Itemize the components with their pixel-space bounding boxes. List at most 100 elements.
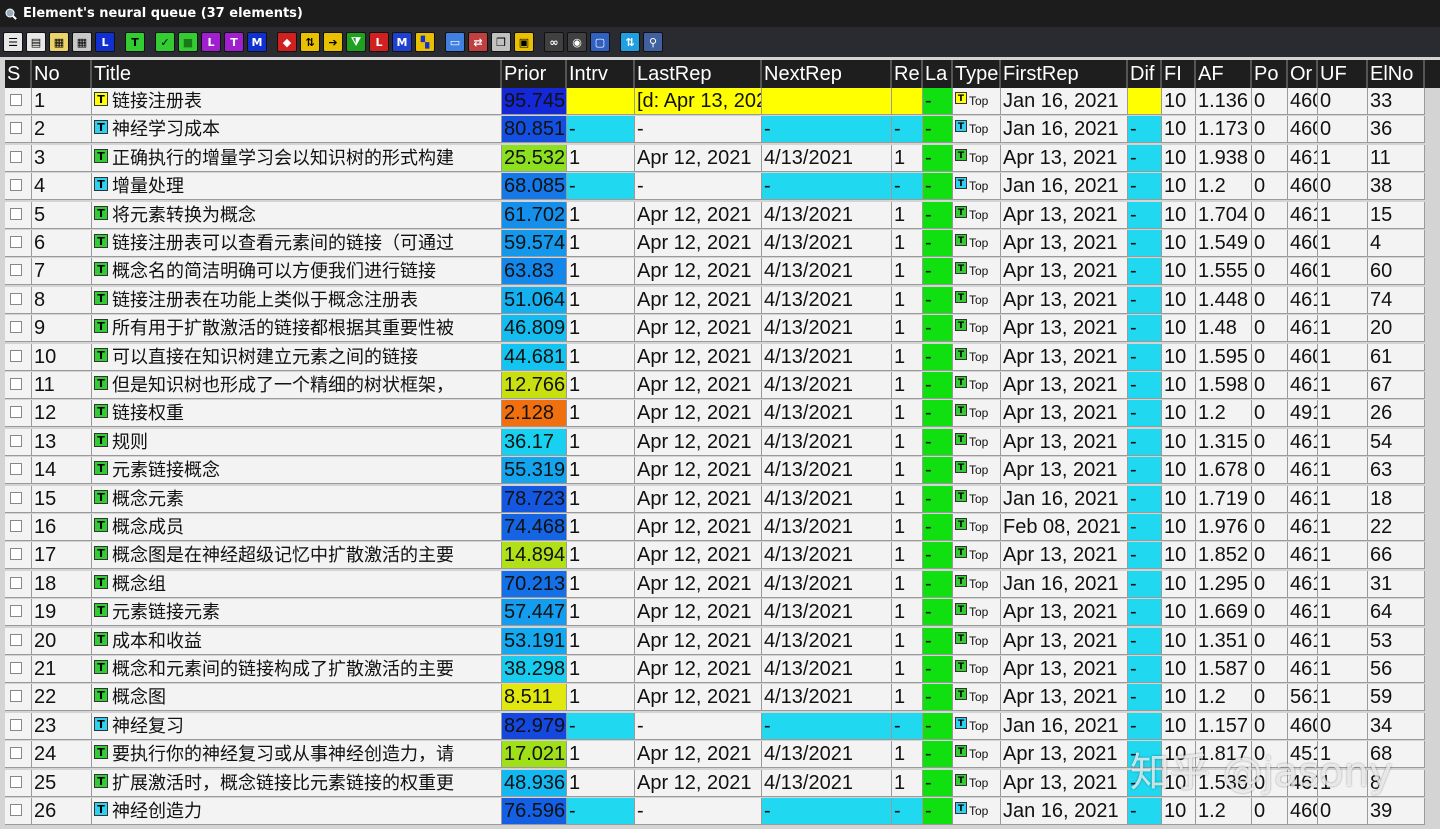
column-header-re[interactable]: Re bbox=[892, 60, 923, 88]
row-checkbox[interactable] bbox=[10, 605, 22, 618]
column-header-fi[interactable]: FI bbox=[1162, 60, 1196, 88]
row-checkbox[interactable] bbox=[10, 179, 22, 192]
row-checkbox[interactable] bbox=[10, 520, 22, 532]
T-purple-icon[interactable]: T bbox=[224, 32, 244, 52]
colorgrid-icon[interactable]: ▚ bbox=[415, 32, 435, 52]
row-checkbox[interactable] bbox=[10, 378, 22, 390]
row-checkbox[interactable] bbox=[10, 690, 22, 703]
save-icon[interactable]: ▢ bbox=[590, 32, 610, 52]
row-checkbox[interactable] bbox=[10, 321, 22, 334]
table-row[interactable]: 1T链接注册表95.745[d: Apr 13, 2021]-TTopJan 1… bbox=[5, 88, 1440, 116]
row-checkbox[interactable] bbox=[10, 122, 22, 135]
column-header-or[interactable]: Or bbox=[1288, 60, 1318, 88]
table-row[interactable]: 8 T 链接注册表在功能上类似于概念注册表 51.064 1 Apr 12, 2021 4/… bbox=[5, 286, 1440, 315]
sort-icon[interactable]: ⇅ bbox=[300, 32, 320, 52]
table-row[interactable]: 18 T 概念组 70.213 1 Apr 12, 2021 4/13/2021 1- T Top… bbox=[5, 570, 1440, 599]
column-header-firstrep[interactable]: FirstRep bbox=[1001, 60, 1128, 88]
column-header-po[interactable]: Po bbox=[1252, 60, 1288, 88]
column-header-lastrep[interactable]: LastRep bbox=[635, 60, 762, 88]
row-checkbox[interactable] bbox=[10, 576, 22, 589]
column-header-s[interactable]: S bbox=[5, 60, 32, 88]
table-row[interactable]: 7 T 概念名的简洁明确可以方便我们进行链接 63.83 1 Apr 12, 2021 4/… bbox=[5, 258, 1440, 286]
eye-icon[interactable]: ◉ bbox=[567, 32, 587, 52]
leech-icon[interactable]: L bbox=[95, 32, 115, 52]
table-row[interactable]: 15 T 概念元素 78.723 1 Apr 12, 2021 4/13/2021 1- T To… bbox=[5, 485, 1440, 514]
row-checkbox[interactable] bbox=[10, 94, 22, 106]
intrv-cell: 1 bbox=[567, 343, 635, 371]
column-header-title[interactable]: Title bbox=[92, 60, 502, 88]
table-row[interactable]: 23 T 神经复习 82.979- - - - - T Top Jan 16, 2021-10 1.1… bbox=[5, 712, 1440, 741]
column-header-af[interactable]: AF bbox=[1196, 60, 1252, 88]
sync-icon[interactable]: ⇄ bbox=[468, 32, 488, 52]
row-checkbox[interactable] bbox=[10, 236, 22, 248]
row-checkbox[interactable] bbox=[10, 747, 22, 760]
row-checkbox[interactable] bbox=[10, 406, 22, 419]
row-checkbox[interactable] bbox=[10, 434, 22, 447]
arrow-right-icon[interactable]: ➔ bbox=[323, 32, 343, 52]
column-header-intrv[interactable]: Intrv bbox=[567, 60, 635, 88]
list-icon[interactable]: ☰ bbox=[3, 32, 23, 52]
copy-icon[interactable]: ▦ bbox=[49, 32, 69, 52]
row-checkbox[interactable] bbox=[10, 292, 22, 305]
export-icon[interactable]: ▣ bbox=[514, 32, 534, 52]
table-row[interactable]: 5 T 将元素转换为概念 61.702 1 Apr 12, 2021 4/13/2021 1-… bbox=[5, 201, 1440, 230]
table-row[interactable]: 19 T 元素链接元素 57.447 1 Apr 12, 2021 4/13/2021 1- T… bbox=[5, 599, 1440, 627]
table-row[interactable]: 12 T 链接权重 2.128 1 Apr 12, 2021 4/13/2021 1- T Top… bbox=[5, 400, 1440, 428]
red-drop-icon[interactable]: ◆ bbox=[277, 32, 297, 52]
column-header-prior[interactable]: Prior bbox=[502, 60, 567, 88]
dif-cell: - bbox=[1128, 144, 1162, 172]
table-row[interactable]: 13 T 规则 36.17 1 Apr 12, 2021 4/13/2021 1- T Top Ap… bbox=[5, 428, 1440, 457]
M-blue-icon[interactable]: M bbox=[247, 32, 267, 52]
M-red-icon[interactable]: M bbox=[392, 32, 412, 52]
column-header-dif[interactable]: Dif bbox=[1128, 60, 1162, 88]
grid-icon[interactable]: ▦ bbox=[72, 32, 92, 52]
table-row[interactable]: 3 T 正确执行的增量学习会以知识树的形式构建 25.532 1 Apr 12, 2021… bbox=[5, 144, 1440, 173]
column-header-la[interactable]: La bbox=[923, 60, 953, 88]
table-row[interactable]: 26 T 神经创造力 76.596- - - - - T Top Jan 16, 2021-10 1.… bbox=[5, 798, 1440, 826]
column-header-nextrep[interactable]: NextRep bbox=[762, 60, 892, 88]
table-row[interactable]: 9 T 所有用于扩散激活的链接都根据其重要性被 46.809 1 Apr 12, 2021… bbox=[5, 315, 1440, 343]
cube-icon[interactable]: ❒ bbox=[491, 32, 511, 52]
row-checkbox[interactable] bbox=[10, 775, 22, 788]
row-checkbox[interactable] bbox=[10, 662, 22, 674]
table-row[interactable]: 11 T 但是知识树也形成了一个精细的树状框架， 12.766 1 Apr 12, 202… bbox=[5, 372, 1440, 400]
row-checkbox[interactable] bbox=[10, 548, 22, 561]
column-header-no[interactable]: No bbox=[32, 60, 92, 88]
column-header-elno[interactable]: ElNo bbox=[1368, 60, 1425, 88]
table-row[interactable]: 2 T 神经学习成本 80.851- - - - - T Top Jan 16, 2021-10 1.… bbox=[5, 116, 1440, 144]
row-checkbox[interactable] bbox=[10, 264, 22, 277]
topic-icon[interactable]: T bbox=[125, 32, 145, 52]
swap-icon[interactable]: ⇅ bbox=[620, 32, 640, 52]
table-row[interactable]: 4 T 增量处理 68.085- - - - - T Top Jan 16, 2021-10 1.2 0… bbox=[5, 173, 1440, 201]
table-row[interactable]: 17 T 概念图是在神经超级记忆中扩散激活的主要 14.894 1 Apr 12, 202… bbox=[5, 542, 1440, 570]
green-square-icon[interactable]: ■ bbox=[178, 32, 198, 52]
column-header-uf[interactable]: UF bbox=[1318, 60, 1368, 88]
L-red-icon[interactable]: L bbox=[369, 32, 389, 52]
row-checkbox[interactable] bbox=[10, 207, 22, 220]
row-checkbox[interactable] bbox=[10, 718, 22, 731]
table-row[interactable]: 22 T 概念图 8.511 1 Apr 12, 2021 4/13/2021 1- T Top A… bbox=[5, 684, 1440, 712]
table-row[interactable]: 16 T 概念成员 74.468 1 Apr 12, 2021 4/13/2021 1- T To… bbox=[5, 514, 1440, 542]
details-icon[interactable]: ▤ bbox=[26, 32, 46, 52]
topic-type-icon: T bbox=[955, 631, 967, 644]
window-icon[interactable]: ▭ bbox=[445, 32, 465, 52]
table-row[interactable]: 21 T 概念和元素间的链接构成了扩散激活的主要 38.298 1 Apr 12, 202… bbox=[5, 656, 1440, 684]
check-icon[interactable]: ✓ bbox=[155, 32, 175, 52]
row-checkbox[interactable] bbox=[10, 150, 22, 163]
row-checkbox[interactable] bbox=[10, 349, 22, 362]
filter-icon[interactable]: ⧩ bbox=[346, 32, 366, 52]
table-row[interactable]: 20 T 成本和收益 53.191 1 Apr 12, 2021 4/13/2021 1- T T… bbox=[5, 627, 1440, 656]
L-purple-icon[interactable]: L bbox=[201, 32, 221, 52]
table-row[interactable]: 14 T 元素链接概念 55.319 1 Apr 12, 2021 4/13/2021 1- T… bbox=[5, 457, 1440, 485]
binoculars-icon[interactable]: ∞ bbox=[544, 32, 564, 52]
row-checkbox[interactable] bbox=[10, 804, 22, 816]
intrv-cell: 1 bbox=[567, 542, 635, 570]
dif-cell: - bbox=[1128, 315, 1162, 343]
search-icon[interactable]: ⚲ bbox=[643, 32, 663, 52]
row-checkbox[interactable] bbox=[10, 633, 22, 646]
table-row[interactable]: 6 T 链接注册表可以查看元素间的链接（可通过 59.574 1 Apr 12, 2021… bbox=[5, 230, 1440, 258]
column-header-type[interactable]: Type bbox=[953, 60, 1001, 88]
table-row[interactable]: 10 T 可以直接在知识树建立元素之间的链接 44.681 1 Apr 12, 2021 4… bbox=[5, 343, 1440, 372]
row-checkbox[interactable] bbox=[10, 463, 22, 476]
row-checkbox[interactable] bbox=[10, 491, 22, 504]
